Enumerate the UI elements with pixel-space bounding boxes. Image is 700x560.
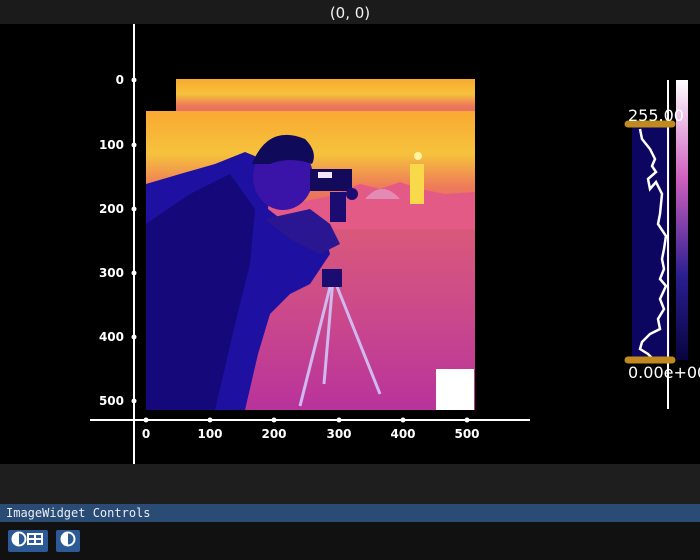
x-tick-label: 500 [454,427,479,441]
contrast-icon [60,531,76,551]
reset-vmin-vmax-button[interactable] [8,530,48,552]
y-tick-label: 300 [99,266,124,280]
plot-canvas[interactable]: 0 100 200 300 400 500 0 100 200 300 400 … [0,24,700,464]
controls-panel-header[interactable]: ImageWidget Controls [0,504,700,522]
contrast-filmstrip-icon [11,531,45,551]
reset-contrast-button[interactable] [56,530,80,552]
y-tick-label: 500 [99,394,124,408]
y-tick-label: 100 [99,138,124,152]
x-tick-label: 200 [261,427,286,441]
vmax-label: 255.00 [628,106,684,125]
camera-image[interactable] [146,79,475,410]
x-tick-label: 0 [142,427,150,441]
histogram-lut-widget[interactable]: 255.00 0.00e+00 [624,80,700,409]
y-tick-label: 400 [99,330,124,344]
x-tick-label: 300 [326,427,351,441]
vmin-label: 0.00e+00 [628,363,700,382]
plot-title: (0, 0) [0,0,700,24]
controls-panel [0,522,700,560]
x-tick-label: 400 [390,427,415,441]
y-tick-label: 200 [99,202,124,216]
spacer [0,464,700,504]
y-tick-label: 0 [116,73,124,87]
x-tick-label: 100 [197,427,222,441]
